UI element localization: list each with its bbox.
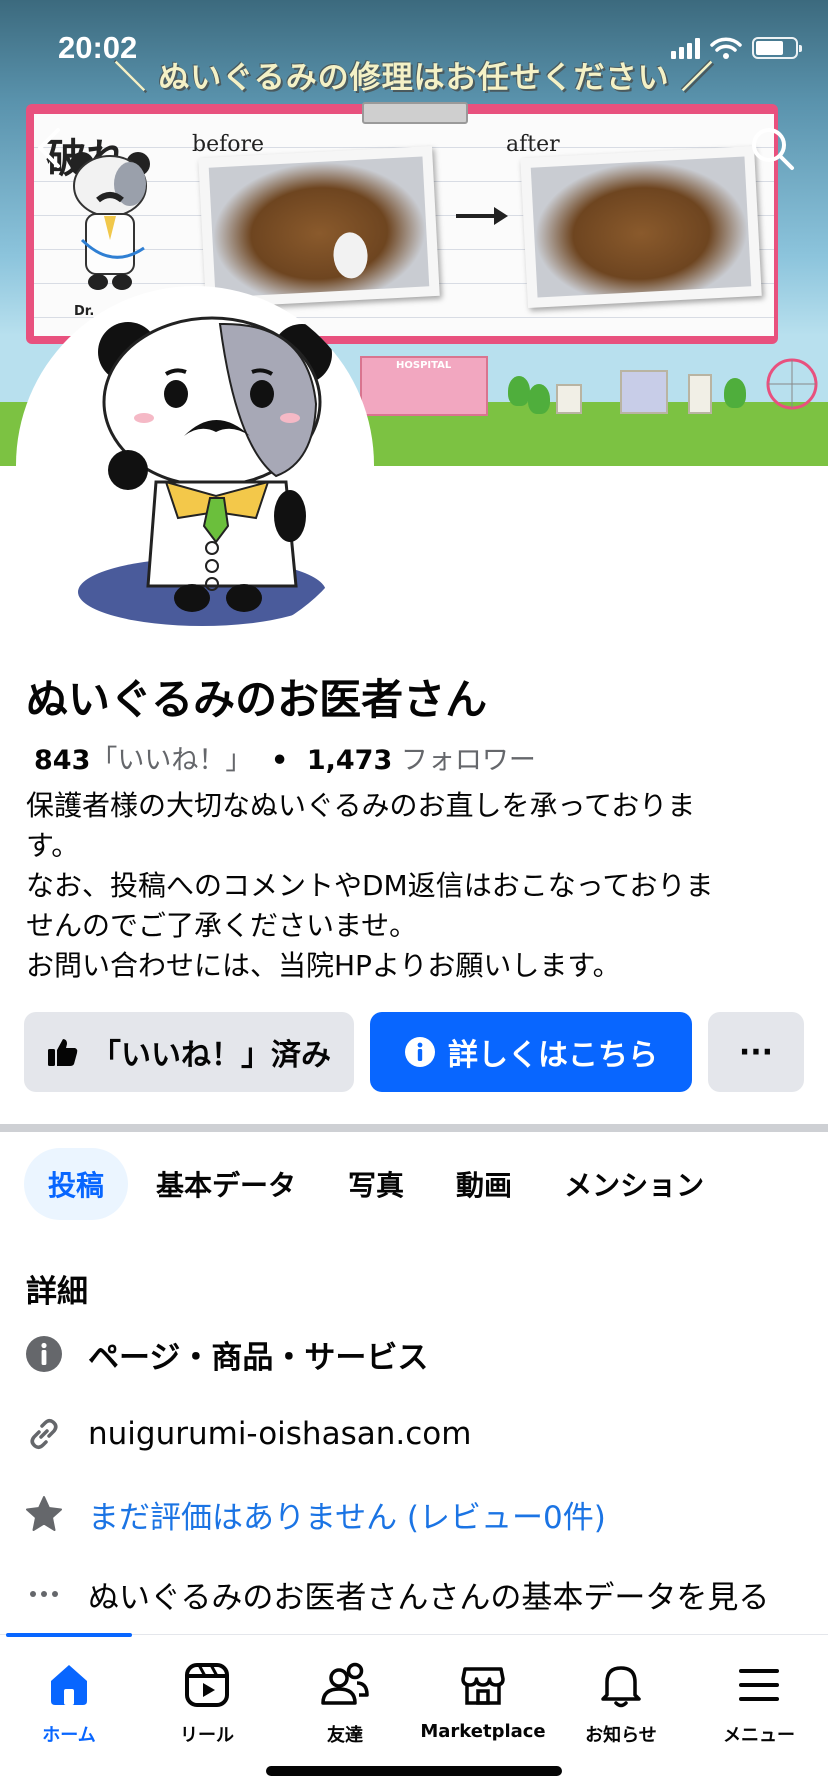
profile-avatar[interactable] — [16, 286, 374, 644]
home-icon — [51, 1665, 87, 1705]
likes-label: 「いいね！」 — [90, 745, 253, 776]
cover-label-before: before — [192, 132, 265, 157]
page-category: ページ・商品・サービス — [88, 1339, 429, 1376]
tab-posts[interactable]: 投稿 — [24, 1148, 129, 1220]
website-link[interactable]: nuigurumi-oishasan.com — [88, 1416, 471, 1452]
stats-separator: • — [270, 745, 289, 776]
building — [556, 384, 582, 414]
section-divider — [0, 1124, 828, 1132]
profile-tabs: 投稿 基本データ 写真 動画 メンション — [24, 1148, 732, 1220]
nav-reels-label: リール — [180, 1725, 234, 1746]
details-heading: 詳細 — [26, 1274, 88, 1310]
bio-line: お問い合わせには、当院HPよりお願いします。 — [26, 949, 621, 982]
active-tab-indicator — [6, 1633, 132, 1637]
search-icon[interactable] — [748, 124, 796, 172]
menu-icon — [739, 1669, 779, 1701]
liked-button-label: 「いいね！」済み — [91, 1038, 331, 1073]
cover-panda-illustration — [70, 152, 150, 290]
home-indicator — [266, 1766, 562, 1776]
wifi-icon — [710, 37, 742, 59]
after-photo — [520, 145, 762, 309]
nav-friends-label: 友達 — [327, 1725, 363, 1746]
tree — [508, 376, 530, 406]
building — [620, 370, 668, 414]
ferris-wheel — [766, 358, 818, 410]
arrow-right-icon — [456, 207, 508, 225]
followers-count: 1,473 — [306, 745, 393, 776]
more-options-button[interactable]: ··· — [708, 1012, 804, 1092]
friends-icon — [321, 1662, 369, 1705]
bio-line: す。 — [26, 829, 80, 862]
bell-icon — [601, 1666, 641, 1708]
before-photo — [198, 145, 440, 309]
profile-stats[interactable]: 843「いいね！」 • 1,473 フォロワー — [34, 738, 536, 777]
details-see-more-row[interactable]: ぬいぐるみのお医者さんさんの基本データを見る — [24, 1570, 769, 1618]
details-rating-row[interactable]: まだ評価はありません (レビュー0件) — [24, 1490, 606, 1538]
page-bio: 保護者様の大切なぬいぐるみのお直しを承っておりま す。 なお、投稿へのコメントや… — [26, 786, 804, 986]
hospital-sign: HOSPITAL — [396, 360, 452, 371]
bio-line: なお、投稿へのコメントやDM返信はおこなっておりま — [26, 869, 714, 902]
nav-marketplace-label: Marketplace — [420, 1721, 546, 1742]
torn-stuffing — [332, 231, 369, 280]
nav-notifications[interactable]: お知らせ — [552, 1657, 690, 1747]
reels-icon — [185, 1663, 229, 1707]
cellular-signal-icon — [671, 37, 700, 59]
panda-doctor-illustration — [78, 316, 332, 626]
details-category-row: ページ・商品・サービス — [24, 1330, 428, 1378]
more-info-button[interactable]: 詳しくはこちら — [370, 1012, 692, 1092]
nav-home-label: ホーム — [42, 1725, 96, 1746]
cover-label-dr: Dr. — [74, 304, 95, 319]
tree — [724, 378, 746, 408]
status-time: 20:02 — [58, 30, 138, 65]
nav-friends[interactable]: 友達 — [276, 1657, 414, 1747]
info-circle-icon — [26, 1336, 62, 1372]
nav-menu[interactable]: メニュー — [690, 1657, 828, 1747]
tab-mentions[interactable]: メンション — [540, 1148, 728, 1220]
details-website-row[interactable]: nuigurumi-oishasan.com — [24, 1410, 471, 1458]
link-icon — [30, 1418, 58, 1450]
cover-board-clip — [362, 102, 468, 124]
building — [688, 374, 712, 414]
info-icon — [405, 1037, 435, 1067]
cover-label-after: after — [506, 132, 560, 157]
thumbs-up-icon — [48, 1039, 78, 1066]
nav-menu-label: メニュー — [723, 1725, 795, 1746]
tab-videos[interactable]: 動画 — [432, 1148, 536, 1220]
star-icon — [26, 1496, 62, 1531]
status-icons — [671, 34, 802, 62]
page-title: ぬいぐるみのお医者さん — [26, 675, 488, 724]
bio-line: 保護者様の大切なぬいぐるみのお直しを承っておりま — [26, 789, 696, 822]
likes-count: 843 — [34, 745, 91, 776]
nav-marketplace[interactable]: Marketplace — [414, 1657, 552, 1742]
more-info-button-label: 詳しくはこちら — [448, 1038, 658, 1073]
battery-icon — [752, 37, 802, 59]
back-chevron-icon[interactable] — [30, 126, 70, 170]
nav-notifications-label: お知らせ — [585, 1725, 657, 1746]
bio-line: せんのでご了承くださいませ。 — [26, 909, 418, 942]
see-about-link[interactable]: ぬいぐるみのお医者さんさんの基本データを見る — [88, 1572, 769, 1617]
tab-photos[interactable]: 写真 — [324, 1148, 428, 1220]
tab-about[interactable]: 基本データ — [132, 1148, 320, 1220]
nav-home[interactable]: ホーム — [0, 1657, 138, 1747]
tree — [528, 384, 550, 414]
rating-link[interactable]: まだ評価はありません (レビュー0件) — [88, 1492, 606, 1537]
more-options-icon: ··· — [738, 1034, 774, 1070]
marketplace-icon — [461, 1667, 505, 1705]
more-dots-icon — [30, 1591, 58, 1597]
nav-reels[interactable]: リール — [138, 1657, 276, 1747]
followers-label: フォロワー — [400, 745, 536, 776]
liked-button[interactable]: 「いいね！」済み — [24, 1012, 354, 1092]
